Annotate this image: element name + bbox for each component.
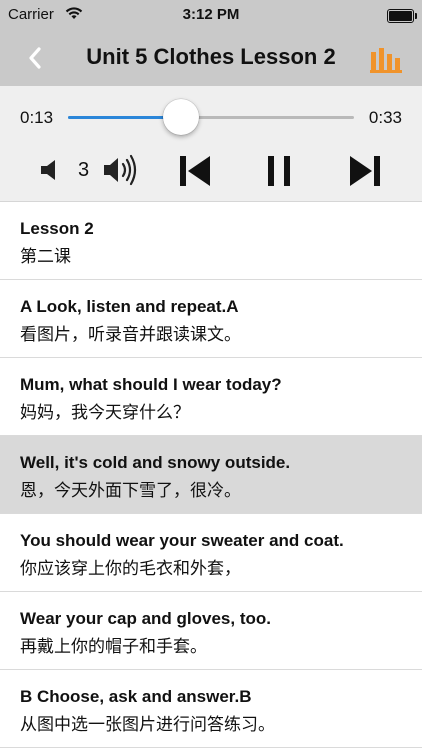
skip-next-icon[interactable] [346, 154, 382, 188]
progress-track[interactable] [68, 116, 354, 119]
list-item[interactable]: Wear your cap and gloves, too. 再戴上你的帽子和手… [0, 592, 422, 670]
progress-slider-thumb[interactable] [162, 99, 199, 135]
skip-previous-icon[interactable] [178, 154, 214, 188]
volume-level: 3 [78, 159, 90, 181]
navigation-bar: Unit 5 Clothes Lesson 2 [0, 30, 422, 86]
list-item[interactable]: You should wear your sweater and coat. 你… [0, 514, 422, 592]
list-item[interactable]: Well, it's cold and snowy outside. 恩，今天外… [0, 436, 422, 514]
sentence-chinese: 妈妈，我今天穿什么？ [20, 403, 190, 423]
sentence-english: B Choose, ask and answer.B [20, 687, 252, 706]
total-time: 0:33 [368, 108, 402, 127]
sentence-chinese: 从图中选一张图片进行问答练习。 [20, 715, 275, 735]
sentence-chinese: 你应该穿上你的毛衣和外套， [20, 559, 241, 579]
top-bar: Carrier 3:12 PM Unit 5 Clothes Lesson 2 [0, 0, 422, 86]
chevron-left-icon[interactable] [22, 44, 50, 72]
sentence-english: A Look, listen and repeat.A [20, 297, 239, 316]
list-item[interactable]: Mum, what should I wear today? 妈妈，我今天穿什么… [0, 358, 422, 436]
clock: 3:12 PM [182, 6, 240, 23]
pause-icon[interactable] [264, 154, 294, 188]
list-item[interactable]: A Look, listen and repeat.A 看图片，听录音并跟读课文… [0, 280, 422, 358]
sentence-english: Lesson 2 [20, 219, 94, 238]
sentence-english: You should wear your sweater and coat. [20, 531, 344, 550]
audio-player: 0:13 0:33 3 [0, 86, 422, 202]
sentence-chinese: 再戴上你的帽子和手套。 [20, 637, 207, 657]
sentence-english: Well, it's cold and snowy outside. [20, 453, 291, 472]
volume-up-icon[interactable] [102, 154, 142, 186]
lesson-sentence-list: Lesson 2 第二课 A Look, listen and repeat.A… [0, 202, 422, 748]
volume-down-icon[interactable] [38, 157, 64, 183]
sentence-english: Wear your cap and gloves, too. [20, 609, 271, 628]
list-item[interactable]: Lesson 2 第二课 [0, 202, 422, 280]
sentence-english: Mum, what should I wear today? [20, 375, 282, 394]
equalizer-bars-icon[interactable] [370, 44, 402, 74]
sentence-chinese: 第二课 [20, 247, 71, 267]
sentence-chinese: 看图片，听录音并跟读课文。 [20, 325, 241, 345]
list-item[interactable]: B Choose, ask and answer.B 从图中选一张图片进行问答练… [0, 670, 422, 748]
sentence-chinese: 恩，今天外面下雪了，很冷。 [20, 481, 241, 501]
status-bar: Carrier 3:12 PM [0, 0, 422, 30]
battery-icon [387, 9, 417, 23]
current-time: 0:13 [20, 108, 54, 127]
page-title: Unit 5 Clothes Lesson 2 [86, 44, 336, 69]
